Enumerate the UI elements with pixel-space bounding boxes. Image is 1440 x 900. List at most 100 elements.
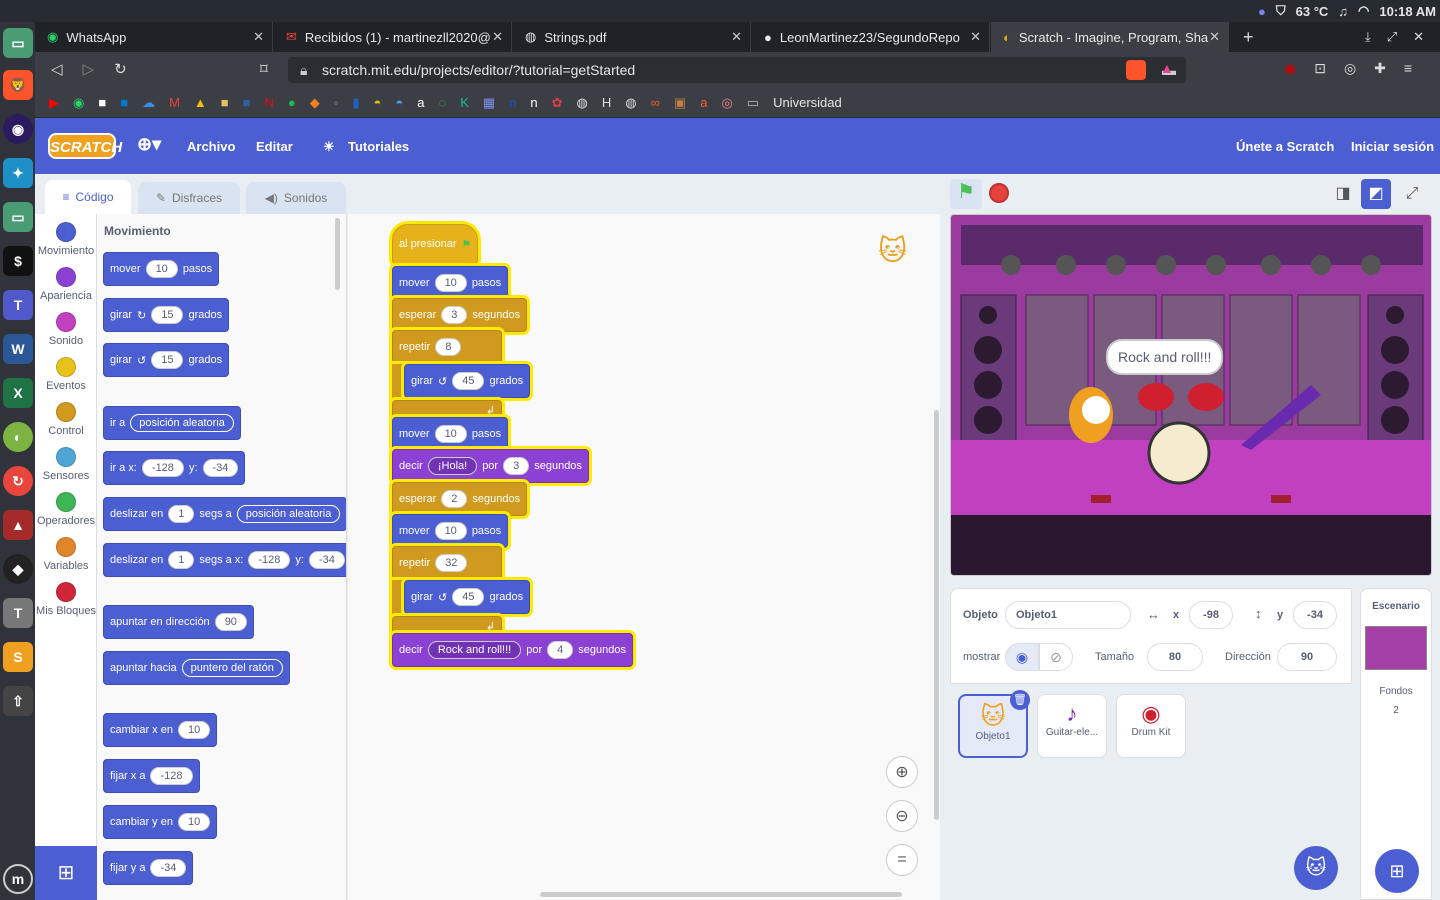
new-tab-icon[interactable]: +: [1243, 27, 1254, 48]
incognito-icon[interactable]: ◎: [1344, 60, 1356, 77]
sprite-tile-drum-kit[interactable]: ◉ Drum Kit: [1116, 694, 1186, 758]
tab-github[interactable]: ● LeonMartinez23/SegundoRepo ✕: [752, 22, 990, 52]
scratch-logo[interactable]: SCRATCH: [48, 133, 122, 159]
podcast-icon[interactable]: ◉: [3, 114, 33, 144]
translate-icon[interactable]: ⊡: [1314, 60, 1326, 77]
category-control[interactable]: Control: [35, 402, 97, 437]
folder-icon[interactable]: ▭: [3, 202, 33, 232]
script-block-repeat-2[interactable]: repetir 32: [392, 546, 502, 580]
bookmark-app-icon[interactable]: n: [509, 95, 516, 111]
category-motion[interactable]: Movimiento: [35, 222, 97, 257]
globe-bookmark-icon[interactable]: ◍: [625, 95, 636, 111]
palette-block-gotoxy[interactable]: ir a x: -128 y: -34: [103, 451, 246, 485]
wifi-icon[interactable]: ◠: [1358, 3, 1369, 19]
upload-icon[interactable]: ⇧: [3, 686, 33, 716]
bookmark-app-icon[interactable]: ▣: [674, 95, 686, 111]
language-globe-icon[interactable]: ⊕▾: [137, 134, 161, 155]
minimize-icon[interactable]: ⤓: [1365, 29, 1371, 45]
category-looks[interactable]: Apariencia: [35, 267, 97, 302]
palette-block-set-y[interactable]: fijar y a -34: [103, 851, 194, 885]
tab-whatsapp[interactable]: ◉ WhatsApp ✕: [35, 22, 273, 52]
sprite-tile-guitar[interactable]: ♪ Guitar-ele...: [1037, 694, 1107, 758]
bookmark-folder-universidad[interactable]: Universidad: [773, 95, 842, 111]
tab-code[interactable]: ≡ Código: [45, 180, 131, 214]
spotify-icon[interactable]: ●: [288, 95, 296, 111]
green-flag-button[interactable]: ⚑: [950, 179, 982, 209]
tab-pdf[interactable]: ◍ Strings.pdf ✕: [513, 22, 751, 52]
terminal-icon[interactable]: $: [3, 246, 33, 276]
add-backdrop-button[interactable]: ⊞: [1375, 849, 1419, 893]
kodi-icon[interactable]: ✦: [3, 158, 33, 188]
sync-icon[interactable]: ↻: [3, 466, 33, 496]
palette-block-turn-left[interactable]: girar ↺ 15 grados: [103, 343, 230, 377]
drive-icon[interactable]: ▲: [194, 95, 207, 111]
sign-in-link[interactable]: Iniciar sesión: [1351, 139, 1434, 154]
bookmark-app-icon[interactable]: a: [700, 95, 707, 111]
script-block-say-for-2[interactable]: decir Rock and roll!!! por 4 segundos: [392, 633, 633, 667]
folder-icon[interactable]: ▭: [747, 95, 759, 111]
bookmark-app-icon[interactable]: ▮: [352, 95, 359, 111]
bookmark-app-icon[interactable]: ◎: [721, 95, 732, 111]
script-block-wait-2[interactable]: esperar 2 segundos: [392, 482, 528, 516]
music-icon[interactable]: ♫: [1338, 4, 1348, 19]
add-extension-button[interactable]: ⊞: [35, 846, 97, 900]
zoom-out-button[interactable]: ⊖: [886, 800, 918, 832]
script-block-move[interactable]: mover 10 pasos: [392, 266, 509, 300]
maximize-icon[interactable]: ⤢: [1387, 29, 1397, 45]
menu-icon[interactable]: ≡: [1404, 60, 1412, 77]
word-icon[interactable]: W: [3, 334, 33, 364]
script-block-wait[interactable]: esperar 3 segundos: [392, 298, 528, 332]
bookmark-app-icon[interactable]: n: [530, 95, 537, 111]
close-tab-icon[interactable]: ✕: [492, 29, 503, 45]
category-sensing[interactable]: Sensores: [35, 447, 97, 482]
sp-icon[interactable]: ◆: [3, 554, 33, 584]
whatsapp-bookmark-icon[interactable]: ◉: [73, 95, 84, 111]
amazon-icon[interactable]: a: [417, 95, 424, 111]
gmail-bookmark-icon[interactable]: M: [169, 95, 180, 111]
teams-icon[interactable]: T: [3, 290, 33, 320]
bookmark-app-icon[interactable]: ◓: [395, 95, 403, 111]
shield-tray-icon[interactable]: ⛉: [1276, 3, 1286, 19]
close-tab-icon[interactable]: ✕: [1209, 29, 1220, 45]
bookmark-app-icon[interactable]: ▦: [483, 95, 495, 111]
script-block-move-3[interactable]: mover 10 pasos: [392, 514, 509, 548]
tab-scratch[interactable]: ◐ Scratch - Imagine, Program, Sha ✕: [991, 22, 1229, 52]
outlook-icon[interactable]: ■: [120, 95, 128, 111]
extensions-icon[interactable]: ✚: [1374, 60, 1386, 77]
tex-icon[interactable]: T: [3, 598, 33, 628]
fullscreen-button[interactable]: ⤢: [1397, 179, 1427, 209]
category-sound[interactable]: Sonido: [35, 312, 97, 347]
netflix-icon[interactable]: N: [265, 95, 274, 111]
tab-costumes[interactable]: ✎ Disfraces: [138, 182, 240, 214]
join-scratch-link[interactable]: Únete a Scratch: [1236, 139, 1334, 154]
zoom-reset-button[interactable]: =: [886, 844, 918, 876]
add-sprite-button[interactable]: 🐱︎: [1294, 846, 1338, 890]
tab-sounds[interactable]: ◀) Sonidos: [246, 182, 346, 214]
stage-panel[interactable]: Escenario Fondos 2 ⊞: [1360, 588, 1432, 900]
brave-shield-icon[interactable]: [1126, 60, 1146, 80]
category-events[interactable]: Eventos: [35, 357, 97, 392]
workspace-horizontal-scrollbar[interactable]: [540, 892, 902, 897]
bookmark-app-icon[interactable]: ■: [221, 95, 229, 111]
hat-when-flag-clicked[interactable]: al presionar ⚑: [392, 224, 479, 264]
direction-input[interactable]: 90: [1277, 643, 1337, 671]
stop-button[interactable]: [989, 183, 1009, 203]
teams-tray-icon[interactable]: ●: [1258, 4, 1266, 19]
menu-tutorials[interactable]: Tutoriales: [348, 139, 409, 154]
palette-block-change-y[interactable]: cambiar y en 10: [103, 805, 218, 839]
category-my-blocks[interactable]: Mis Bloques: [35, 582, 97, 617]
bookmark-app-icon[interactable]: ◦: [334, 95, 339, 111]
excel-icon[interactable]: X: [3, 378, 33, 408]
script-block-move-2[interactable]: mover 10 pasos: [392, 417, 509, 451]
bookmark-app-icon[interactable]: ◌: [438, 95, 446, 111]
delete-sprite-icon[interactable]: 🗑︎: [1010, 690, 1030, 710]
palette-block-goto[interactable]: ir a posición aleatoria: [103, 406, 241, 440]
android-icon[interactable]: ◐: [3, 422, 33, 452]
zoom-in-button[interactable]: ⊕: [886, 756, 918, 788]
bookmark-app-icon[interactable]: ∞: [651, 95, 660, 111]
bookmark-app-icon[interactable]: ✿: [552, 95, 563, 111]
palette-block-point-towards[interactable]: apuntar hacia puntero del ratón: [103, 651, 290, 685]
khan-icon[interactable]: K: [460, 95, 469, 111]
script-block-turn[interactable]: girar ↺ 45 grados: [404, 364, 531, 398]
size-input[interactable]: 80: [1147, 643, 1203, 671]
